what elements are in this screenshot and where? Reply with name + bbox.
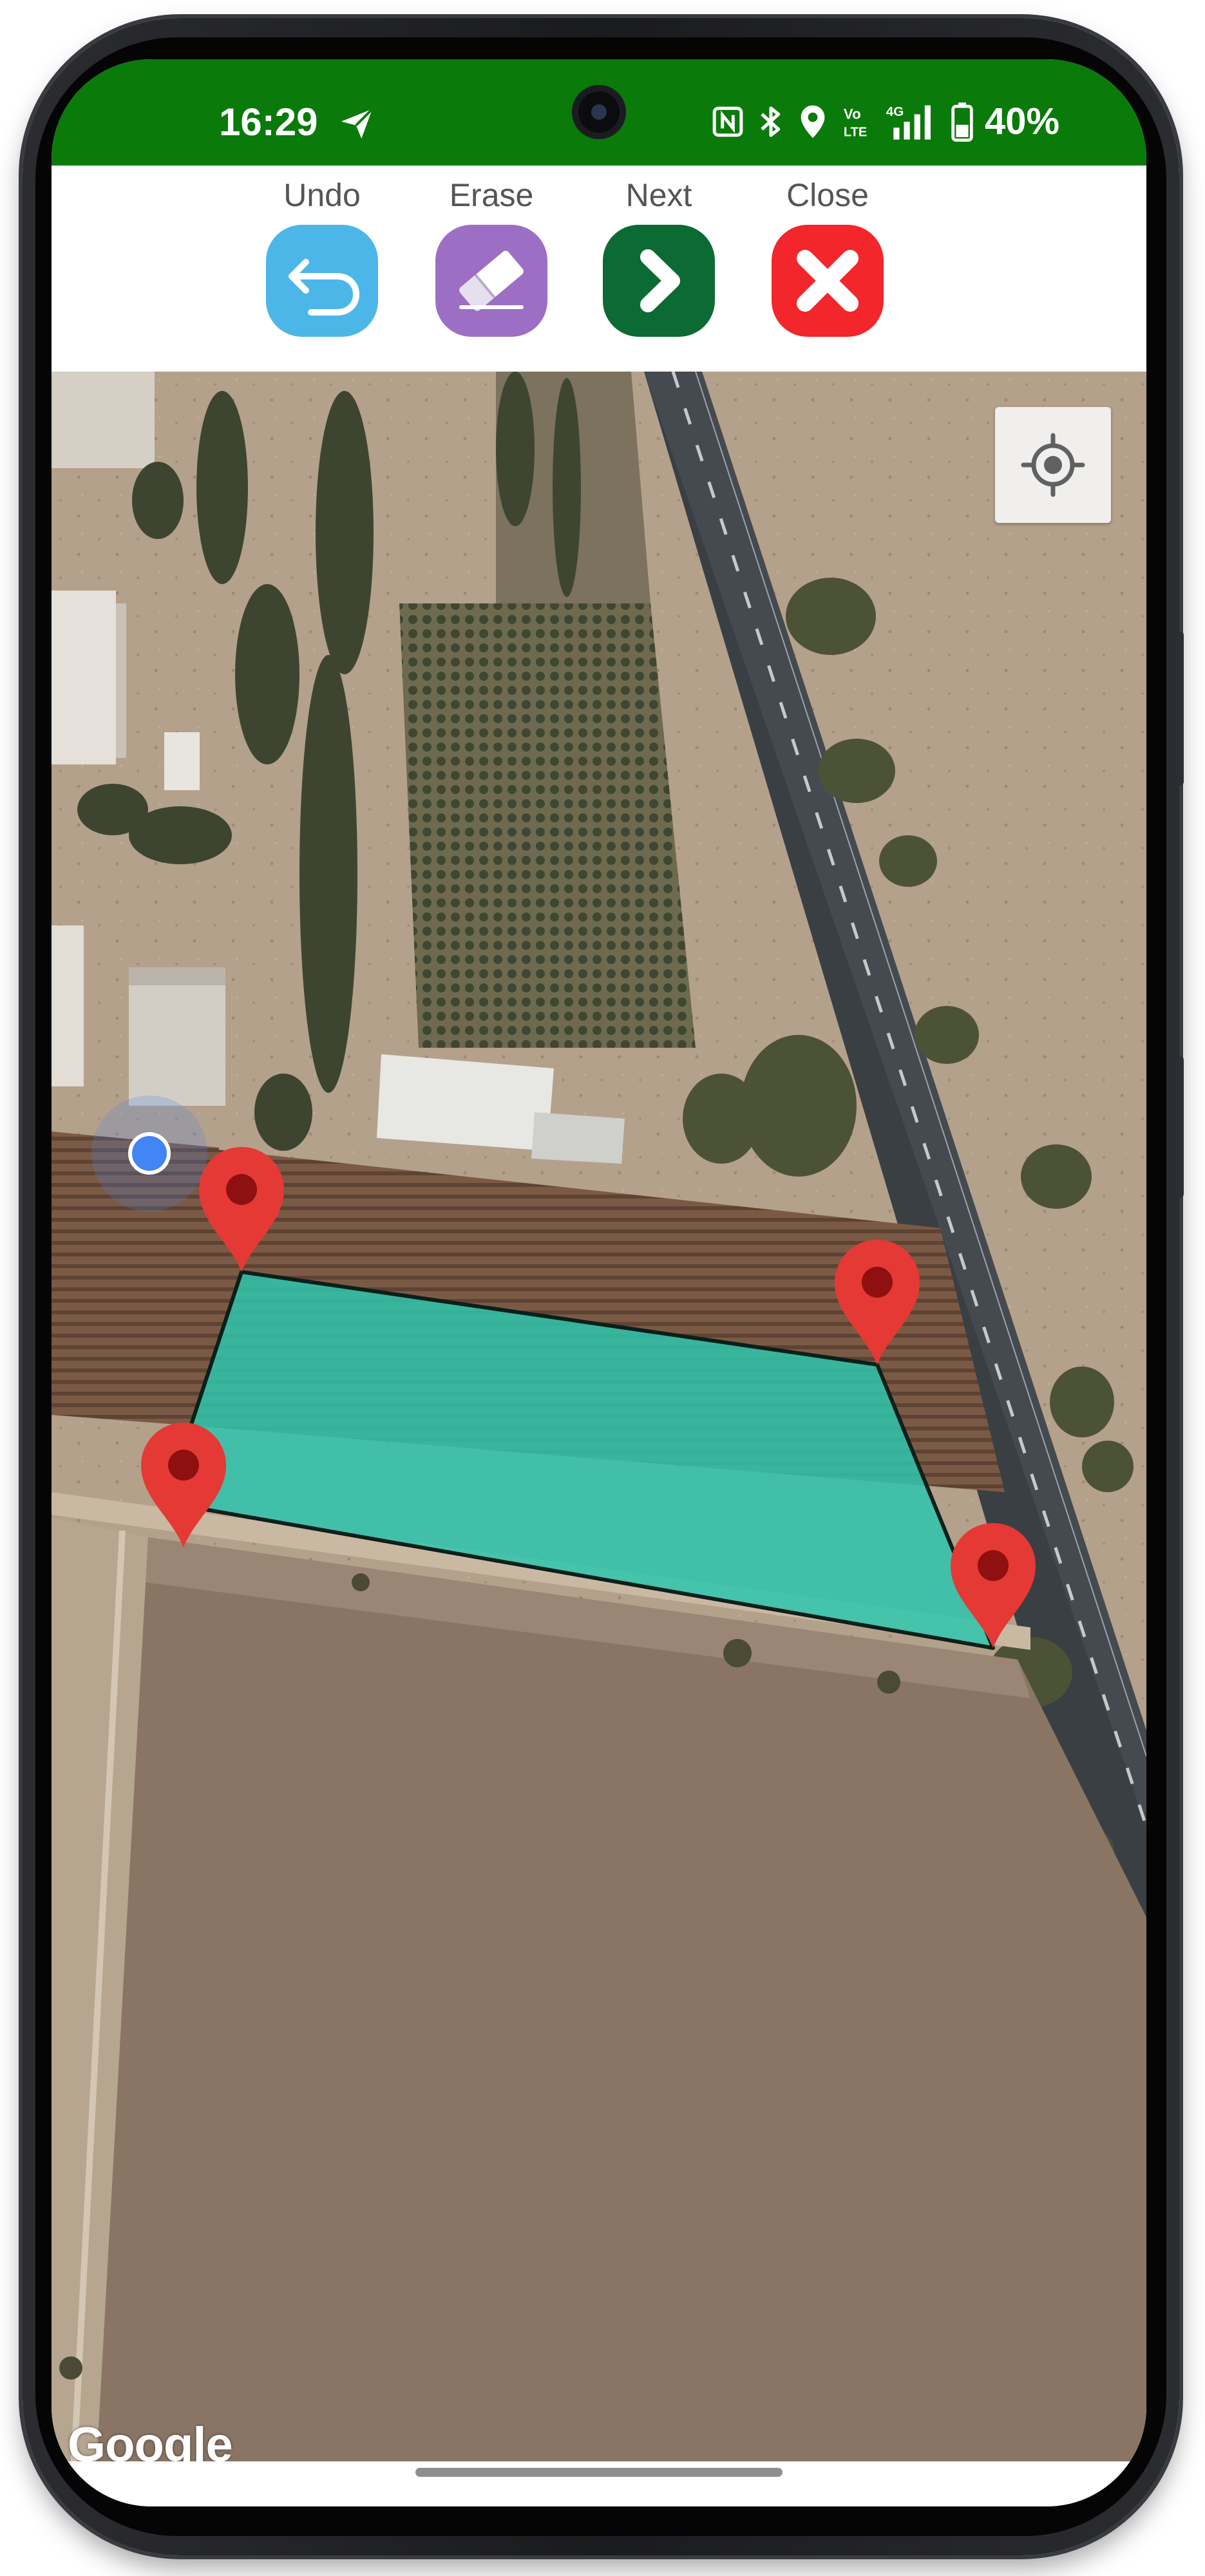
power-button [1176,1056,1184,1198]
erase-tool[interactable]: Erase [427,166,556,372]
undo-icon [289,259,360,316]
drawn-field-overlay [91,1095,1036,1650]
drawing-toolbar: Undo Erase Next Close [52,166,1146,372]
page: 16:29 Vo LTE 4G 40% Undo Erase Next Clos… [0,0,1205,2576]
google-attribution: Google [68,2418,233,2462]
undo-tool[interactable]: Undo [258,166,386,372]
next-label: Next [625,177,692,213]
send-icon [341,108,374,139]
volte-icon: Vo LTE [844,106,867,140]
navigation-bar [52,2461,1146,2506]
close-icon [797,250,859,312]
battery-percentage: 40% [985,100,1060,142]
status-icons: Vo LTE 4G 40% [712,99,1059,144]
close-button[interactable] [772,225,884,337]
home-indicator[interactable] [415,2468,783,2477]
phone-screen: 16:29 Vo LTE 4G 40% Undo Erase Next Clos… [52,59,1146,2506]
volume-button [1176,631,1184,786]
bluetooth-icon [761,106,781,137]
status-bar: 16:29 Vo LTE 4G 40% [52,59,1146,166]
signal-icon: 4G [886,104,931,140]
chevron-right-icon [640,249,680,312]
svg-text:LTE: LTE [844,125,867,139]
close-tool[interactable]: Close [763,166,892,372]
location-icon [801,105,825,138]
polygon-marker[interactable] [141,1423,226,1548]
svg-text:4G: 4G [886,104,904,119]
erase-label: Erase [449,177,534,213]
my-location-icon [1021,433,1085,497]
svg-text:Vo: Vo [844,106,861,122]
polygon-marker[interactable] [835,1240,920,1365]
nfc-icon [712,106,743,137]
undo-label: Undo [283,177,361,213]
eraser-icon [459,251,524,311]
satellite-map[interactable]: Google [52,372,1146,2461]
close-label: Close [786,177,869,213]
polygon-marker[interactable] [199,1147,284,1272]
battery-icon [951,102,973,142]
status-time: 16:29 [219,100,318,144]
my-location-button[interactable] [995,407,1111,523]
undo-button[interactable] [266,225,378,337]
camera-lens [591,104,607,120]
next-button[interactable] [603,225,715,337]
erase-button[interactable] [435,225,547,337]
current-location-dot [128,1132,171,1175]
next-tool[interactable]: Next [594,166,723,372]
